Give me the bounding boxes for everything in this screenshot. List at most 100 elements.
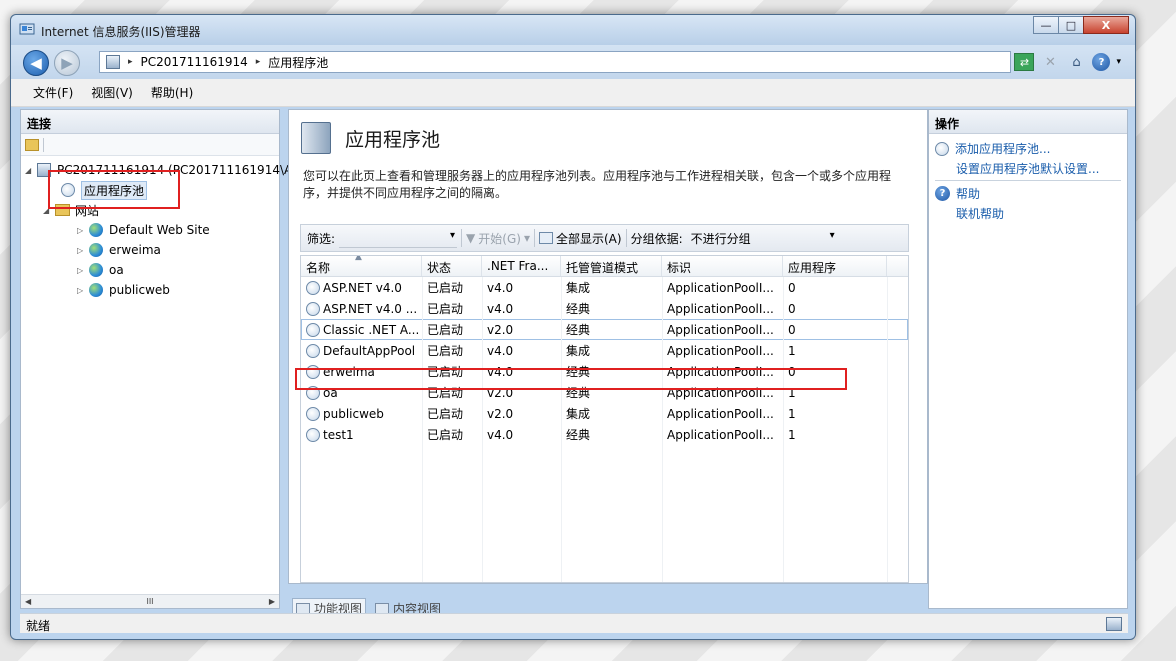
scroll-thumb[interactable]: III [146, 597, 153, 606]
tree-node-site[interactable]: ▷ oa [77, 260, 124, 280]
address-toolbar: ◀ ▶ ▸ PC201711161914 ▸ 应用程序池 ⇄ ✕ ⌂ ? ▾ [11, 45, 1135, 79]
crumb-arrow-icon: ▸ [128, 57, 133, 67]
cell-pipeline: 集成 [566, 344, 591, 358]
server-small-icon [106, 55, 120, 69]
forward-button[interactable]: ▶ [54, 50, 80, 76]
app-pool-large-icon [301, 122, 331, 154]
group-by-select[interactable]: 不进行分组 [687, 228, 839, 248]
address-bar[interactable]: ▸ PC201711161914 ▸ 应用程序池 [99, 51, 1011, 73]
breadcrumb-app-pools[interactable]: 应用程序池 [268, 54, 328, 71]
expand-icon[interactable]: ▷ [77, 286, 87, 295]
iis-manager-window: Internet 信息服务(IIS)管理器 — □ X ◀ ▶ ▸ PC2017… [10, 14, 1136, 640]
globe-icon [87, 262, 105, 278]
table-header: ▲ 名称 状态 .NET Fra... 托管管道模式 标识 应用程序 [301, 256, 908, 277]
column-header-status[interactable]: 状态 [422, 256, 482, 276]
cell-status: 已启动 [427, 407, 464, 421]
add-pool-link[interactable]: 添加应用程序池... [955, 140, 1050, 157]
table-row[interactable]: test1 已启动 v4.0 经典 ApplicationPoolI... 1 [301, 424, 908, 445]
cell-status: 已启动 [427, 323, 464, 337]
cell-pipeline: 经典 [566, 302, 591, 316]
column-header-applications[interactable]: 应用程序 [783, 256, 887, 276]
online-help-link[interactable]: 联机帮助 [956, 205, 1004, 222]
start-filter-button[interactable]: ▼ 开始(G) ▾ [466, 230, 530, 247]
tree-node-site[interactable]: ▷ erweima [77, 240, 161, 260]
globe-icon [87, 242, 105, 258]
column-header-pipeline[interactable]: 托管管道模式 [561, 256, 662, 276]
stop-icon[interactable]: ✕ [1040, 53, 1060, 71]
cell-identity: ApplicationPoolI... [667, 406, 774, 421]
cell-identity: ApplicationPoolI... [667, 301, 774, 316]
close-button[interactable]: X [1083, 16, 1129, 34]
table-row[interactable]: DefaultAppPool 已启动 v4.0 集成 ApplicationPoolI.… [301, 340, 908, 361]
cell-status: 已启动 [427, 302, 464, 316]
site-label: publicweb [109, 283, 170, 297]
cell-status: 已启动 [427, 281, 464, 295]
cell-name: ASP.NET v4.0 [301, 280, 422, 295]
connections-header: 连接 [21, 110, 279, 134]
filter-bar: 筛选: ▼开始(G)▾ 全部显示(A) 分组依据: 不进行分组 [300, 224, 909, 252]
maximize-button[interactable]: □ [1058, 16, 1084, 34]
app-pools-table: ▲ 名称 状态 .NET Fra... 托管管道模式 标识 应用程序 ASP.N… [300, 255, 909, 583]
app-pool-icon [306, 280, 320, 295]
help-link[interactable]: 帮助 [956, 185, 980, 202]
help-menu-icon[interactable]: ? [1092, 53, 1111, 71]
show-all-button[interactable]: 全部显示(A) [538, 230, 622, 247]
action-set-defaults[interactable]: 设置应用程序池默认设置... [956, 160, 1099, 177]
expand-icon[interactable]: ▷ [77, 226, 87, 235]
expand-icon[interactable]: ▷ [77, 246, 87, 255]
action-add-pool[interactable]: 添加应用程序池... [935, 140, 1050, 157]
scroll-left-icon[interactable]: ◀ [25, 597, 31, 606]
refresh-icon[interactable]: ⇄ [1014, 53, 1035, 71]
collapse-icon[interactable]: ◢ [25, 166, 35, 175]
breadcrumb-server[interactable]: PC201711161914 [141, 55, 248, 69]
cell-dotnet: v4.0 [487, 301, 514, 316]
globe-icon [87, 222, 105, 238]
tree-node-site[interactable]: ▷ Default Web Site [77, 220, 210, 240]
filter-input[interactable] [339, 228, 458, 248]
chevron-down-icon[interactable]: ▾ [1116, 57, 1121, 67]
table-body: ASP.NET v4.0 已启动 v4.0 集成 ApplicationPoolI...… [301, 277, 908, 445]
menu-help[interactable]: 帮助(H) [151, 84, 193, 101]
connect-icon[interactable] [25, 138, 39, 151]
cell-name: publicweb [301, 406, 422, 421]
horizontal-scrollbar[interactable]: ◀ III ▶ [21, 594, 279, 608]
table-row[interactable]: publicweb 已启动 v2.0 集成 ApplicationPoolI... 1 [301, 403, 908, 424]
chevron-down-icon: ▾ [523, 231, 530, 245]
cell-status: 已启动 [427, 428, 464, 442]
menu-file[interactable]: 文件(F) [33, 84, 73, 101]
home-icon[interactable]: ⌂ [1066, 53, 1086, 71]
menu-view[interactable]: 视图(V) [91, 84, 133, 101]
cell-name: Classic .NET A... [301, 322, 422, 337]
back-button[interactable]: ◀ [23, 50, 49, 76]
menu-bar: 文件(F) 视图(V) 帮助(H) [11, 79, 1135, 107]
table-row[interactable]: Classic .NET A... 已启动 v2.0 经典 ApplicationPoo… [301, 319, 908, 340]
cell-identity: ApplicationPoolI... [667, 322, 774, 337]
column-header-dotnet[interactable]: .NET Fra... [482, 256, 561, 276]
minimize-button[interactable]: — [1033, 16, 1059, 34]
actions-divider [935, 180, 1121, 181]
app-pool-icon [306, 406, 320, 421]
scroll-right-icon[interactable]: ▶ [269, 597, 275, 606]
cell-identity: ApplicationPoolI... [667, 280, 774, 295]
column-header-identity[interactable]: 标识 [662, 256, 783, 276]
cell-identity: ApplicationPoolI... [667, 427, 774, 442]
iis-app-icon [19, 23, 35, 35]
expand-icon[interactable]: ▷ [77, 266, 87, 275]
action-help[interactable]: ? 帮助 [935, 185, 980, 202]
help-icon: ? [935, 186, 950, 201]
status-bar: 就绪 [20, 613, 1128, 633]
tree-node-site[interactable]: ▷ publicweb [77, 280, 170, 300]
cell-applications: 0 [788, 280, 796, 295]
cell-pipeline: 集成 [566, 407, 591, 421]
filter-label: 筛选: [307, 231, 336, 246]
app-pool-icon [306, 301, 320, 316]
cell-applications: 1 [788, 427, 796, 442]
cell-dotnet: v2.0 [487, 406, 514, 421]
page-description: 您可以在此页上查看和管理服务器上的应用程序池列表。应用程序池与工作进程相关联，包… [303, 169, 892, 200]
status-text: 就绪 [26, 619, 51, 633]
table-row[interactable]: ASP.NET v4.0 已启动 v4.0 集成 ApplicationPoolI...… [301, 277, 908, 298]
set-defaults-link[interactable]: 设置应用程序池默认设置... [956, 160, 1099, 177]
table-row[interactable]: ASP.NET v4.0 ... 已启动 v4.0 经典 ApplicationPool… [301, 298, 908, 319]
page-title: 应用程序池 [345, 128, 441, 151]
action-online-help[interactable]: 联机帮助 [956, 205, 1004, 222]
